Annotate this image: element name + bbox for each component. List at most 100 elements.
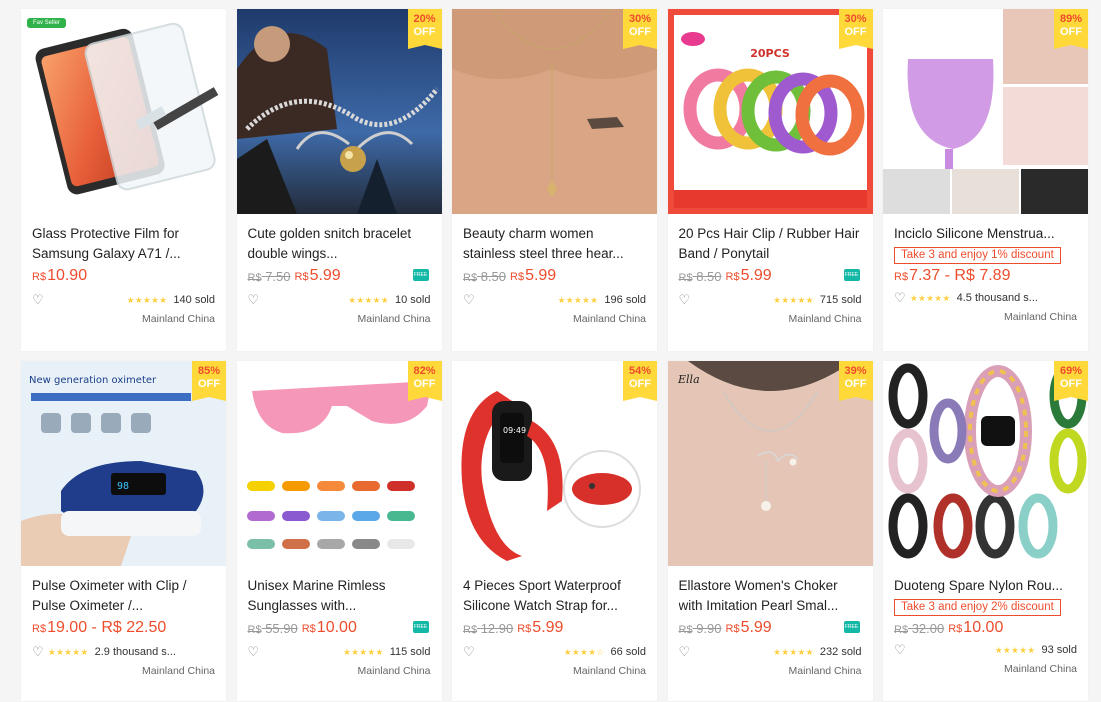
discount-badge: 85% OFF [192, 361, 226, 401]
rating-stars: ★★★★★ [343, 646, 384, 657]
product-name[interactable]: Inciclo Silicone Menstrua... [894, 224, 1077, 244]
product-card[interactable]: Fav Seller Glass Protective Film for Sam… [21, 9, 226, 351]
bundle-promo-tag: Take 3 and enjoy 2% discount [894, 599, 1061, 616]
discount-badge: 20% OFF [407, 9, 442, 49]
current-price: R$19.00 - R$ 22.50 [32, 619, 167, 636]
product-image[interactable]: 20% OFF [236, 9, 442, 214]
original-price: R$ 8.50 [463, 268, 506, 284]
price-row: R$ 55.90 R$10.00 FREE [248, 618, 431, 638]
bundle-promo-tag: Take 3 and enjoy 1% discount [894, 247, 1061, 264]
heart-outline-icon[interactable]: ♡ [463, 644, 479, 660]
product-card[interactable]: 20PCS 30% OFF 20 Pcs Hair Clip / Rubber … [667, 9, 873, 351]
discount-badge: 54% OFF [623, 361, 657, 401]
discount-badge: 30% OFF [838, 9, 873, 49]
product-card[interactable]: 09:49 54% OFF 4 Pieces Sport Waterproof … [452, 361, 657, 701]
original-price: R$ 12.90 [463, 620, 514, 636]
product-card[interactable]: Ella 39% OFF Ellastore Women's Choker wi… [667, 361, 873, 701]
image-caption: Ella [677, 373, 700, 386]
rating-stars: ★★★★★ [994, 644, 1036, 655]
heart-outline-icon[interactable]: ♡ [248, 292, 264, 308]
current-price: R$5.99 [517, 619, 564, 636]
rating-stars: ★★★★★ [910, 292, 951, 303]
sold-count: 10 sold [395, 294, 431, 306]
product-card[interactable]: 89% OFF Inciclo Silicone Menstrua... Tak… [883, 9, 1088, 351]
product-name[interactable]: Glass Protective Film for Samsung Galaxy… [32, 224, 215, 264]
location: Mainland China [357, 313, 431, 325]
rating-stars: ★★★★★ [773, 646, 814, 657]
rating-stars: ★★★★☆ [563, 646, 605, 657]
sold-count: 115 sold [389, 646, 431, 658]
free-shipping-icon: FREE [843, 621, 860, 633]
discount-badge: 30% OFF [623, 9, 657, 49]
sold-count: 93 sold [1041, 644, 1077, 656]
product-image[interactable]: 89% OFF [883, 9, 1088, 214]
price-row: R$19.00 - R$ 22.50 [32, 618, 215, 638]
free-shipping-icon: FREE [412, 621, 429, 633]
price-row: R$ 7.50 R$5.99 FREE [248, 266, 431, 286]
location: Mainland China [573, 313, 646, 325]
product-card[interactable]: New generation oximeter 98 85% OFF Pulse… [21, 361, 226, 701]
price-row: R$ 9.90 R$5.99 FREE [679, 618, 862, 638]
rating-stars: ★★★★★ [773, 294, 814, 305]
image-caption: 20PCS [750, 47, 790, 60]
location: Mainland China [1004, 311, 1077, 323]
product-name[interactable]: 20 Pcs Hair Clip / Rubber Hair Band / Po… [679, 224, 862, 264]
product-image[interactable]: New generation oximeter 98 85% OFF [21, 361, 226, 566]
product-image[interactable]: Ella 39% OFF [667, 361, 873, 566]
product-image[interactable]: 09:49 54% OFF [452, 361, 657, 566]
rating-stars: ★★★★★ [48, 646, 89, 657]
heart-outline-icon[interactable]: ♡ [679, 292, 695, 308]
product-card[interactable]: 30% OFF Beauty charm women stainless ste… [452, 9, 657, 351]
sold-count: 232 sold [819, 646, 862, 658]
sold-count: 66 sold [610, 646, 646, 658]
heart-outline-icon[interactable]: ♡ [894, 290, 910, 306]
product-name[interactable]: Unisex Marine Rimless Sunglasses with... [248, 576, 431, 616]
product-image[interactable]: Fav Seller [21, 9, 226, 214]
discount-badge: 69% OFF [1054, 361, 1088, 401]
product-name[interactable]: Ellastore Women's Choker with Imitation … [679, 576, 862, 616]
original-price: R$ 32.00 [894, 620, 945, 636]
current-price: R$5.99 [725, 619, 772, 636]
original-price: R$ 9.90 [678, 620, 722, 636]
product-name[interactable]: 4 Pieces Sport Waterproof Silicone Watch… [463, 576, 646, 616]
free-shipping-icon: FREE [843, 269, 860, 281]
sold-count: 715 sold [819, 294, 862, 306]
heart-outline-icon[interactable]: ♡ [32, 644, 48, 660]
heart-outline-icon[interactable]: ♡ [679, 644, 695, 660]
product-name[interactable]: Cute golden snitch bracelet double wings… [248, 224, 431, 264]
discount-badge: 39% OFF [838, 361, 873, 401]
sold-count: 196 sold [604, 294, 646, 306]
free-shipping-icon: FREE [412, 269, 429, 281]
image-caption: New generation oximeter [29, 375, 157, 386]
product-image[interactable]: 30% OFF [452, 9, 657, 214]
price-row: R$ 32.00 R$10.00 [894, 618, 1077, 638]
product-name[interactable]: Beauty charm women stainless steel three… [463, 224, 646, 264]
product-card[interactable]: 69% OFF Duoteng Spare Nylon Rou... Take … [883, 361, 1088, 701]
current-price: R$10.90 [32, 267, 88, 284]
price-row: R$ 8.50 R$5.99 FREE [679, 266, 862, 286]
product-card[interactable]: 82% OFF Unisex Marine Rimless Sunglasses… [236, 361, 442, 701]
product-grid: Fav Seller Glass Protective Film for Sam… [21, 9, 1088, 701]
heart-outline-icon[interactable]: ♡ [32, 292, 48, 308]
location: Mainland China [788, 665, 862, 677]
product-card[interactable]: 20% OFF Cute golden snitch bracelet doub… [236, 9, 442, 351]
current-price: R$5.99 [510, 267, 557, 284]
product-name[interactable]: Pulse Oximeter with Clip / Pulse Oximete… [32, 576, 215, 616]
heart-outline-icon[interactable]: ♡ [248, 644, 264, 660]
heart-outline-icon[interactable]: ♡ [463, 292, 479, 308]
product-image[interactable]: 82% OFF [236, 361, 442, 566]
rating-stars: ★★★★★ [557, 294, 599, 305]
price-row: R$ 8.50 R$5.99 [463, 266, 646, 286]
original-price: R$ 8.50 [678, 268, 722, 284]
discount-badge: 89% OFF [1054, 9, 1088, 49]
fav-seller-tag: Fav Seller [27, 18, 67, 28]
heart-outline-icon[interactable]: ♡ [894, 642, 910, 658]
product-image[interactable]: 69% OFF [883, 361, 1088, 566]
current-price: R$10.00 [948, 619, 1004, 636]
current-price: R$7.37 - R$ 7.89 [894, 267, 1011, 284]
product-image[interactable]: 20PCS 30% OFF [667, 9, 873, 214]
sold-count: 4.5 thousand s... [956, 292, 1038, 304]
svg-text:98: 98 [117, 481, 129, 492]
location: Mainland China [357, 665, 431, 677]
product-name[interactable]: Duoteng Spare Nylon Rou... [894, 576, 1077, 596]
